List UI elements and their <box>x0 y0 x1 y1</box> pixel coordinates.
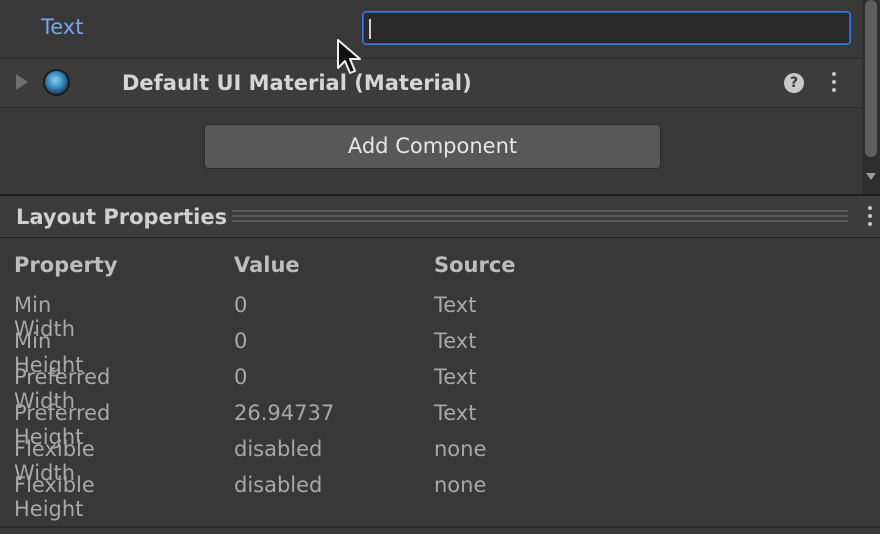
help-icon[interactable]: ? <box>784 73 804 93</box>
value-cell: 0 <box>234 293 248 317</box>
layout-properties-header: Layout Properties <box>0 196 880 238</box>
material-sphere-icon <box>43 69 70 96</box>
material-component-header[interactable]: Default UI Material (Material) ? <box>0 58 862 108</box>
value-cell: disabled <box>234 437 323 461</box>
text-input[interactable] <box>362 11 851 45</box>
inspector-scrollbar[interactable] <box>862 0 880 194</box>
text-field-row: Text <box>0 0 862 58</box>
column-header-value: Value <box>234 253 300 277</box>
bottom-border <box>0 526 880 528</box>
scroll-down-arrow-icon[interactable] <box>866 173 876 180</box>
layout-menu-kebab-icon[interactable] <box>868 206 872 230</box>
drag-grip[interactable] <box>232 210 848 224</box>
material-title: Default UI Material (Material) <box>122 71 472 95</box>
value-cell: 0 <box>234 329 248 353</box>
layout-properties-body: Property Value Source Min Width 0 Text M… <box>0 239 880 534</box>
value-cell: 26.94737 <box>234 401 335 425</box>
mouse-pointer-icon <box>337 39 361 74</box>
property-cell: Flexible Height <box>14 473 95 521</box>
source-cell: Text <box>434 401 477 425</box>
add-component-button[interactable]: Add Component <box>204 124 661 169</box>
source-cell: none <box>434 473 487 497</box>
source-cell: Text <box>434 329 477 353</box>
source-cell: none <box>434 437 487 461</box>
column-header-property: Property <box>14 253 118 277</box>
value-cell: disabled <box>234 473 323 497</box>
foldout-arrow-icon[interactable] <box>16 74 28 90</box>
inspector-panel: Text Default UI Material (Material) ? Ad… <box>0 0 880 194</box>
scrollbar-thumb[interactable] <box>865 0 877 157</box>
text-field-label: Text <box>41 15 84 39</box>
material-menu-kebab-icon[interactable] <box>832 72 836 96</box>
source-cell: Text <box>434 293 477 317</box>
layout-properties-title: Layout Properties <box>16 205 228 229</box>
source-cell: Text <box>434 365 477 389</box>
text-caret <box>369 19 371 39</box>
value-cell: 0 <box>234 365 248 389</box>
column-header-source: Source <box>434 253 516 277</box>
